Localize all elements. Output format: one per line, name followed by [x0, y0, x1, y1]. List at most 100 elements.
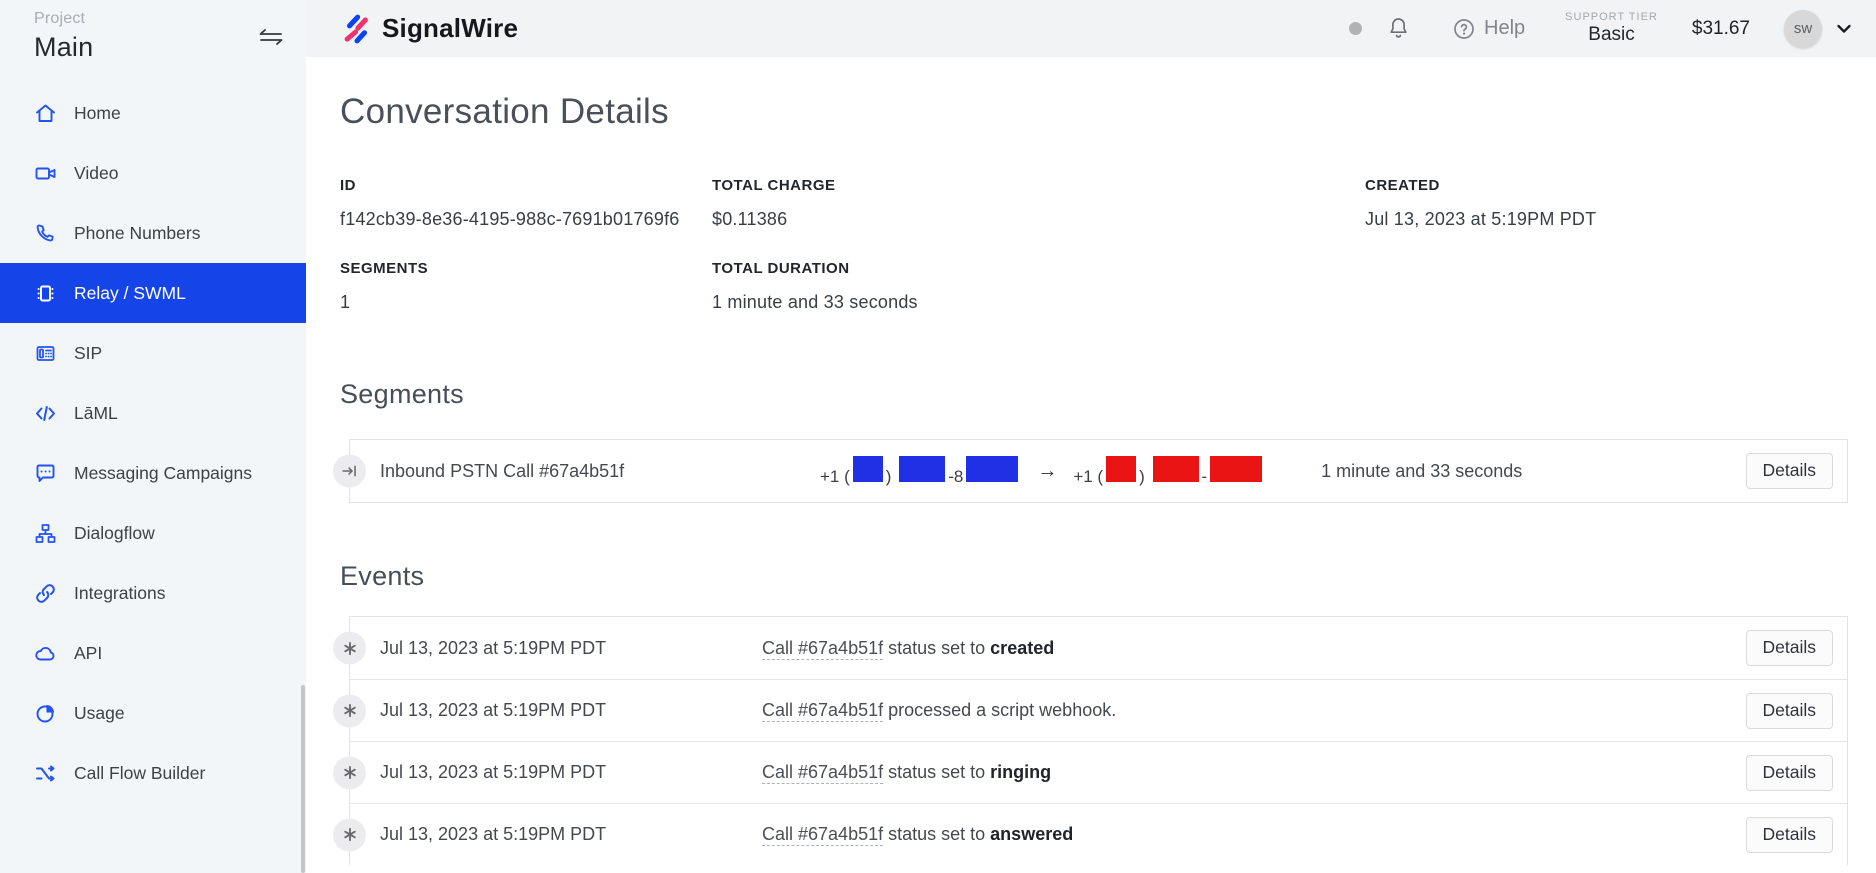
home-icon: [34, 102, 57, 125]
notifications-bell-icon[interactable]: [1386, 16, 1411, 42]
call-numbers: +1 () -8 → +1 () -: [820, 456, 1265, 487]
to-number-text: ): [1139, 467, 1145, 486]
field-segments: SEGMENTS 1: [340, 260, 712, 313]
events-table: Jul 13, 2023 at 5:19PM PDT Call #67a4b51…: [349, 616, 1848, 865]
event-details-button[interactable]: Details: [1746, 630, 1834, 666]
asterisk-icon: [333, 694, 366, 727]
arrow-right-icon: →: [1037, 460, 1057, 483]
field-value: 1: [340, 292, 712, 313]
video-camera-icon: [34, 162, 57, 185]
call-link[interactable]: Call #67a4b51f: [762, 700, 883, 720]
sidebar-item-label: Messaging Campaigns: [74, 463, 252, 484]
field-value: 1 minute and 33 seconds: [712, 292, 1365, 313]
sidebar-item-phone-numbers[interactable]: Phone Numbers: [0, 203, 306, 263]
field-label: TOTAL CHARGE: [712, 177, 1365, 194]
field-created: CREATED Jul 13, 2023 at 5:19PM PDT: [1365, 177, 1848, 230]
event-text: status set to: [883, 762, 990, 782]
chevron-down-icon[interactable]: [1834, 19, 1854, 39]
sidebar-item-label: Usage: [74, 703, 125, 724]
sidebar-scrollbar[interactable]: [301, 685, 305, 873]
sidebar-item-messaging-campaigns[interactable]: Messaging Campaigns: [0, 443, 306, 503]
events-heading: Events: [340, 561, 1848, 592]
call-link[interactable]: Call #67a4b51f: [762, 638, 883, 658]
event-details-button[interactable]: Details: [1746, 693, 1834, 729]
avatar[interactable]: sw: [1784, 10, 1822, 48]
segment-title: Inbound PSTN Call #67a4b51f: [380, 461, 690, 482]
sidebar-item-label: Phone Numbers: [74, 223, 200, 244]
brand-name: SignalWire: [382, 13, 518, 44]
segment-row: Inbound PSTN Call #67a4b51f +1 () -8 → +…: [350, 440, 1847, 502]
event-details-button[interactable]: Details: [1746, 817, 1834, 853]
sidebar-nav: Home Video Phone Numbers Relay / SWML SI…: [0, 83, 306, 803]
field-label: ID: [340, 177, 712, 194]
call-link[interactable]: Call #67a4b51f: [762, 762, 883, 782]
sidebar-item-label: Video: [74, 163, 118, 184]
sidebar: Project Main Home Video Phone Numbers: [0, 0, 306, 873]
sidebar-item-usage[interactable]: Usage: [0, 683, 306, 743]
field-id: ID f142cb39-8e36-4195-988c-7691b01769f6: [340, 177, 712, 230]
sidebar-item-label: Dialogflow: [74, 523, 155, 544]
from-number: +1 () -8: [820, 456, 1021, 487]
sidebar-item-api[interactable]: API: [0, 623, 306, 683]
help-menu[interactable]: Help: [1453, 17, 1525, 40]
event-message: Call #67a4b51f status set to answered: [762, 824, 1073, 845]
chat-bubble-icon: [34, 462, 57, 485]
event-text: processed a script webhook.: [883, 700, 1116, 720]
call-link[interactable]: Call #67a4b51f: [762, 824, 883, 844]
field-label: SEGMENTS: [340, 260, 712, 277]
sidebar-item-relay-swml[interactable]: Relay / SWML: [0, 263, 306, 323]
support-tier-value: Basic: [1565, 24, 1658, 46]
pie-chart-icon: [34, 702, 57, 725]
event-message: Call #67a4b51f processed a script webhoo…: [762, 700, 1116, 721]
help-label: Help: [1484, 17, 1525, 40]
sidebar-item-call-flow-builder[interactable]: Call Flow Builder: [0, 743, 306, 803]
account-balance[interactable]: $31.67: [1692, 18, 1750, 40]
project-switcher: Project Main: [0, 0, 306, 63]
event-status: ringing: [990, 762, 1051, 782]
to-number: +1 () -: [1073, 456, 1265, 487]
field-total-duration: TOTAL DURATION 1 minute and 33 seconds: [712, 260, 1365, 313]
cloud-icon: [34, 642, 57, 665]
topbar: SignalWire Help SUPPORT TIER Basic $31.6…: [306, 0, 1876, 57]
segments-heading: Segments: [340, 379, 1848, 410]
asterisk-icon: [333, 756, 366, 789]
conversation-fields: ID f142cb39-8e36-4195-988c-7691b01769f6 …: [340, 177, 1848, 313]
sidebar-item-label: Integrations: [74, 583, 165, 604]
event-status: answered: [990, 824, 1073, 844]
sidebar-item-dialogflow[interactable]: Dialogflow: [0, 503, 306, 563]
phone-icon: [34, 222, 57, 245]
event-timestamp: Jul 13, 2023 at 5:19PM PDT: [380, 700, 762, 721]
page-title: Conversation Details: [340, 92, 1848, 132]
from-number-text: -8: [948, 467, 963, 486]
to-number-text: -: [1202, 467, 1208, 486]
sidebar-item-label: LāML: [74, 403, 118, 424]
sidebar-item-home[interactable]: Home: [0, 83, 306, 143]
sidebar-item-video[interactable]: Video: [0, 143, 306, 203]
switch-project-icon[interactable]: [258, 26, 284, 48]
event-status: created: [990, 638, 1054, 658]
status-dot: [1349, 22, 1362, 35]
sidebar-item-integrations[interactable]: Integrations: [0, 563, 306, 623]
event-timestamp: Jul 13, 2023 at 5:19PM PDT: [380, 824, 762, 845]
redaction-box: [1210, 456, 1262, 482]
link-icon: [34, 582, 57, 605]
event-message: Call #67a4b51f status set to ringing: [762, 762, 1051, 783]
shuffle-icon: [34, 762, 57, 785]
sidebar-item-laml[interactable]: LāML: [0, 383, 306, 443]
event-row: Jul 13, 2023 at 5:19PM PDT Call #67a4b51…: [350, 679, 1847, 741]
segment-details-button[interactable]: Details: [1746, 453, 1834, 489]
sidebar-item-sip[interactable]: SIP: [0, 323, 306, 383]
field-value: $0.11386: [712, 209, 1365, 230]
from-number-text: ): [886, 467, 892, 486]
support-tier-label: SUPPORT TIER: [1565, 11, 1658, 23]
event-message: Call #67a4b51f status set to created: [762, 638, 1054, 659]
chip-icon: [34, 282, 57, 305]
sidebar-item-label: SIP: [74, 343, 102, 364]
sidebar-item-label: API: [74, 643, 102, 664]
field-label: TOTAL DURATION: [712, 260, 1365, 277]
brand[interactable]: SignalWire: [342, 13, 518, 44]
event-row: Jul 13, 2023 at 5:19PM PDT Call #67a4b51…: [350, 741, 1847, 803]
event-text: status set to: [883, 824, 990, 844]
event-details-button[interactable]: Details: [1746, 755, 1834, 791]
support-tier: SUPPORT TIER Basic: [1565, 11, 1658, 46]
